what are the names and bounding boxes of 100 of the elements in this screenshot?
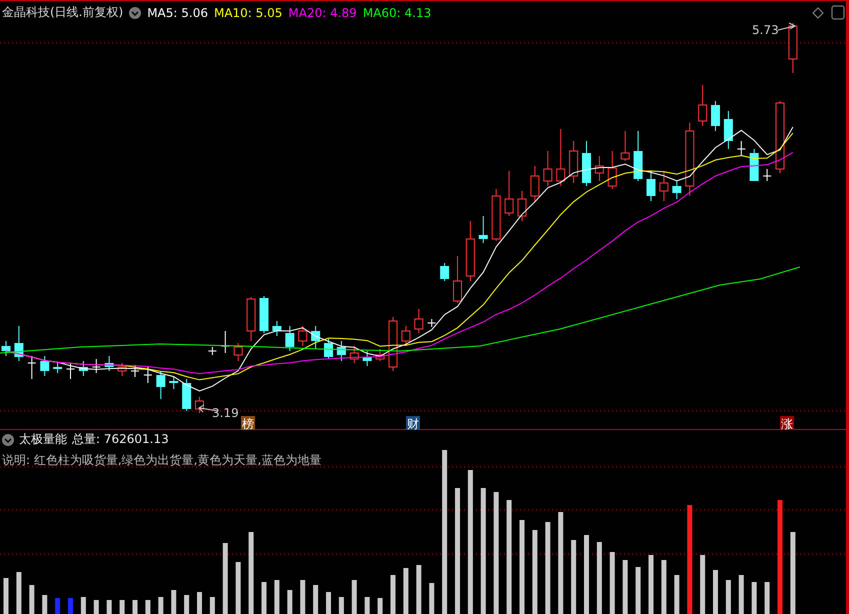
volume-bar (68, 598, 73, 614)
volume-bar (171, 590, 176, 614)
candlestick (453, 256, 462, 304)
candlestick (414, 308, 424, 334)
volume-bar (596, 542, 602, 614)
volume-bar (378, 598, 383, 614)
volume-bar (764, 582, 770, 614)
candlestick (543, 150, 552, 186)
arrow-icon (778, 22, 796, 30)
volume-bar (145, 600, 150, 614)
candlestick (298, 326, 308, 346)
candlestick (620, 130, 630, 162)
candlestick (504, 170, 514, 216)
candlestick (14, 326, 24, 362)
candlestick (659, 170, 668, 202)
panel-toggle-icon[interactable] (832, 6, 844, 20)
candlestick (324, 338, 333, 360)
volume-bar (210, 597, 215, 614)
candlestick (646, 170, 656, 202)
candlestick (195, 396, 204, 414)
diamond-icon[interactable] (812, 7, 824, 19)
candlestick (118, 362, 127, 376)
volume-bar (313, 585, 318, 614)
candlestick (750, 148, 759, 182)
candlestick (530, 166, 540, 202)
event-marker[interactable]: 榜 (241, 416, 255, 431)
stock-title: 金晶科技(日线.前复权) (2, 4, 124, 21)
volume-bar (416, 565, 422, 614)
candlestick (724, 110, 733, 150)
candlestick (246, 296, 256, 342)
volume-bar (158, 597, 164, 614)
volume-bar (197, 592, 202, 614)
volume-bar (80, 597, 86, 614)
event-marker[interactable]: 涨 (780, 416, 794, 431)
candlestick (672, 180, 682, 200)
candlestick (362, 350, 372, 366)
candlestick (466, 220, 475, 282)
candlestick (130, 364, 140, 378)
candlestick (40, 356, 50, 376)
candlestick (260, 296, 268, 334)
volume-bar (752, 582, 757, 614)
candlestick (182, 378, 192, 412)
low-price-label: 3.19 (212, 406, 239, 420)
volume-bar (29, 585, 34, 614)
volume-bar (352, 580, 357, 614)
candlestick (27, 356, 36, 380)
volume-bar (326, 592, 331, 614)
volume-bar (94, 600, 99, 614)
volume-bar (661, 560, 666, 614)
candlestick (311, 326, 320, 350)
volume-bar (636, 567, 641, 614)
candlestick (478, 216, 488, 244)
candlestick (440, 262, 450, 282)
candlestick (594, 156, 604, 182)
volume-bar (222, 543, 228, 614)
candlestick (556, 128, 566, 186)
volume-bar (236, 562, 241, 614)
volume-bar (738, 575, 744, 614)
volume-bar (184, 595, 190, 614)
volume-bar (726, 580, 731, 614)
candlestick (208, 346, 217, 356)
candlestick (492, 188, 501, 242)
volume-bar (106, 600, 112, 614)
dropdown-icon[interactable] (129, 6, 142, 18)
indicator-description: 说明: 红色柱为吸货量,绿色为出货量,黄色为天量,蓝色为地量 (2, 452, 322, 469)
candlestick (2, 340, 10, 356)
candlestick (711, 100, 720, 132)
candlestick (582, 140, 591, 186)
moving-average-value: MA10: 5.05 (214, 6, 282, 20)
candlestick (698, 84, 708, 126)
volume-bar (429, 583, 434, 614)
candlestick (104, 356, 114, 372)
volume-bar (674, 575, 680, 614)
high-price-label: 5.73 (752, 23, 779, 37)
candlestick (285, 326, 294, 352)
candlestick (762, 168, 772, 182)
volume-bar (713, 570, 718, 614)
candlestick (78, 360, 88, 376)
volume-bar (403, 568, 408, 614)
moving-average-value: MA60: 4.13 (362, 6, 432, 20)
volume-bar (648, 555, 654, 614)
indicator-name: 太极量能 (19, 431, 67, 448)
candlestick (608, 150, 617, 190)
event-marker[interactable]: 财 (406, 416, 420, 431)
candlestick (376, 348, 385, 362)
candlestick (53, 362, 62, 374)
candlestick (634, 130, 643, 182)
dropdown-icon[interactable] (2, 434, 14, 446)
volume-bar (364, 597, 370, 614)
candlestick (427, 318, 436, 328)
candlestick (336, 340, 346, 362)
moving-average-value: MA5: 5.06 (147, 6, 208, 20)
candlestick (169, 376, 178, 390)
volume-bar (16, 572, 22, 614)
candlestick (569, 140, 578, 184)
candlestick (156, 370, 166, 400)
total-volume: 总量: 762601.13 (72, 431, 169, 448)
candlestick (736, 140, 746, 156)
candlestick (788, 22, 798, 74)
candlestick (350, 346, 359, 364)
